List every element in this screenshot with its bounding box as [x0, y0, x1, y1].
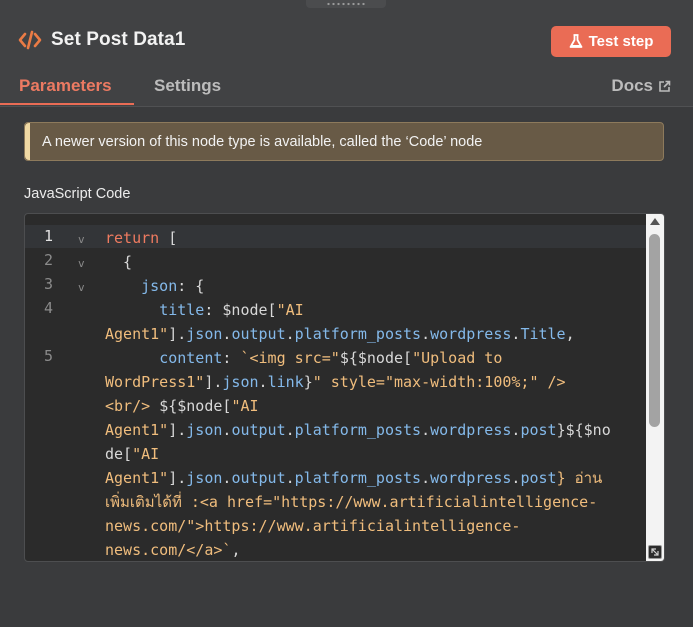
code-line: json: {	[141, 277, 205, 295]
notice-accent-bar	[25, 123, 30, 160]
node-header: Set Post Data1 Test step	[0, 0, 693, 70]
code-editor[interactable]: 12345vvv return [ { json: { title: $node…	[24, 213, 665, 562]
active-tab-indicator	[0, 103, 134, 105]
resize-handle-icon[interactable]	[648, 545, 662, 559]
line-number: 1	[43, 227, 53, 245]
line-number: 5	[43, 347, 53, 365]
notice-text: A newer version of this node type is ava…	[42, 134, 483, 150]
tab-settings[interactable]: Settings	[154, 76, 221, 96]
node-title[interactable]: Set Post Data1	[51, 29, 185, 51]
code-line: <br/> ${$node["AI	[105, 397, 259, 415]
code-line: เพิ่มเติมได้ที่ :<a href="https://www.ar…	[105, 493, 598, 511]
editor-scrollbar[interactable]	[646, 214, 664, 561]
external-link-icon	[659, 80, 671, 92]
docs-label: Docs	[611, 76, 653, 95]
code-field-label: JavaScript Code	[24, 186, 131, 202]
scroll-up-arrow-icon[interactable]	[650, 218, 660, 225]
fold-chevron-icon[interactable]: v	[78, 257, 85, 270]
docs-link[interactable]: Docs	[611, 76, 671, 96]
tab-parameters[interactable]: Parameters	[19, 76, 112, 96]
code-line: de["AI	[105, 445, 160, 463]
code-line: news.com/">https://www.artificialintelli…	[105, 517, 521, 535]
tab-bar: Parameters Settings Docs	[0, 70, 693, 107]
flask-icon	[569, 34, 583, 48]
fold-chevron-icon[interactable]: v	[78, 281, 85, 294]
code-line: WordPress1"].json.link}" style="max-widt…	[105, 373, 566, 391]
line-number: 3	[43, 275, 53, 293]
code-icon	[18, 30, 42, 50]
line-number: 2	[43, 251, 53, 269]
upgrade-notice: A newer version of this node type is ava…	[24, 122, 664, 161]
code-line: Agent1"].json.output.platform_posts.word…	[105, 469, 603, 487]
test-step-button[interactable]: Test step	[551, 26, 671, 57]
code-line: content: `<img src="${$node["Upload to	[159, 349, 503, 367]
code-line: {	[105, 253, 133, 271]
code-line: Agent1"].json.output.platform_posts.word…	[105, 421, 611, 439]
code-line: news.com/</a>`,	[105, 541, 241, 559]
line-number: 4	[43, 299, 53, 317]
code-line: Agent1"].json.output.platform_posts.word…	[105, 325, 575, 343]
code-line: title: $node["AI	[159, 301, 304, 319]
scrollbar-thumb[interactable]	[649, 234, 660, 427]
fold-chevron-icon[interactable]: v	[78, 233, 85, 246]
parameters-panel: A newer version of this node type is ava…	[0, 107, 693, 627]
code-line: return [	[105, 229, 178, 247]
test-step-label: Test step	[588, 33, 654, 50]
